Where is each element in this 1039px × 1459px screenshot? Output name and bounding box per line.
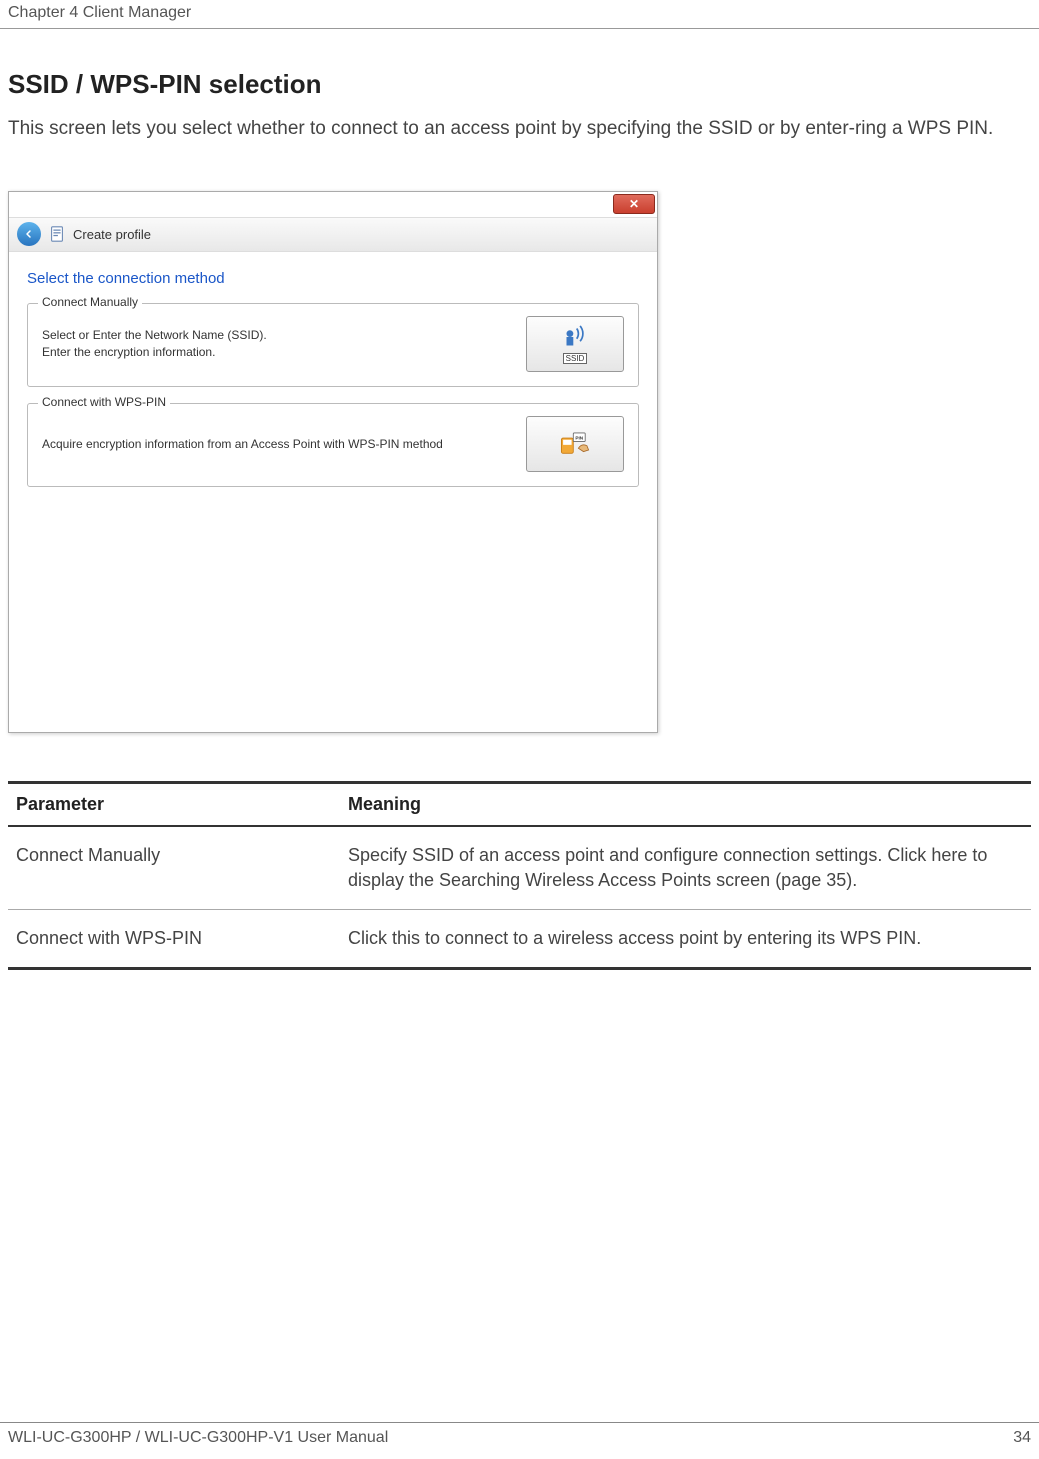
ssid-icon: SSID xyxy=(558,324,592,364)
dialog-body: Select the connection method Connect Man… xyxy=(9,252,657,732)
connect-wps-pin-button[interactable]: PIN xyxy=(526,416,624,472)
page-footer: WLI-UC-G300HP / WLI-UC-G300HP-V1 User Ma… xyxy=(0,1422,1039,1447)
section-intro: This screen lets you select whether to c… xyxy=(8,116,1031,143)
option1-legend: Connect Manually xyxy=(38,295,142,309)
back-button[interactable] xyxy=(17,222,41,246)
dialog-title: Create profile xyxy=(73,227,151,242)
dialog-header: Create profile xyxy=(9,218,657,252)
option2-text: Acquire encryption information from an A… xyxy=(42,436,516,452)
connect-manually-button[interactable]: SSID xyxy=(526,316,624,372)
footer-left: WLI-UC-G300HP / WLI-UC-G300HP-V1 User Ma… xyxy=(8,1429,388,1447)
chapter-label: Chapter 4 Client Manager xyxy=(8,4,191,22)
param-meaning: Click this to connect to a wireless acce… xyxy=(348,926,1031,951)
close-button[interactable]: ✕ xyxy=(613,194,655,214)
profile-icon xyxy=(49,225,65,243)
dialog-titlebar: ✕ xyxy=(9,192,657,218)
option-connect-manually: Connect Manually Select or Enter the Net… xyxy=(27,303,639,387)
param-name: Connect Manually xyxy=(8,843,348,893)
param-name: Connect with WPS-PIN xyxy=(8,926,348,951)
col2-header: Meaning xyxy=(348,794,421,814)
option1-text: Select or Enter the Network Name (SSID).… xyxy=(42,327,516,359)
table-row: Connect with WPS-PIN Click this to conne… xyxy=(8,910,1031,970)
svg-text:PIN: PIN xyxy=(575,435,583,440)
option1-line2: Enter the encryption information. xyxy=(42,344,516,360)
ssid-label: SSID xyxy=(563,353,588,364)
section-title: SSID / WPS-PIN selection xyxy=(8,69,1031,100)
page-header: Chapter 4 Client Manager xyxy=(0,0,1039,29)
pin-icon: PIN xyxy=(558,431,592,457)
table-header: Parameter Meaning xyxy=(8,781,1031,827)
col1-header: Parameter xyxy=(16,794,104,814)
method-title: Select the connection method xyxy=(27,270,639,287)
option-connect-wps-pin: Connect with WPS-PIN Acquire encryption … xyxy=(27,403,639,487)
option1-line1: Select or Enter the Network Name (SSID). xyxy=(42,327,516,343)
option2-legend: Connect with WPS-PIN xyxy=(38,395,170,409)
main-content: SSID / WPS-PIN selection This screen let… xyxy=(0,29,1039,970)
arrow-left-icon xyxy=(23,228,35,240)
footer-page-number: 34 xyxy=(1013,1429,1031,1447)
param-meaning: Specify SSID of an access point and conf… xyxy=(348,843,1031,893)
create-profile-dialog: ✕ Create profile Select the connection m… xyxy=(8,191,658,733)
table-row: Connect Manually Specify SSID of an acce… xyxy=(8,827,1031,910)
close-icon: ✕ xyxy=(629,197,639,211)
parameter-table: Parameter Meaning Connect Manually Speci… xyxy=(8,781,1031,971)
